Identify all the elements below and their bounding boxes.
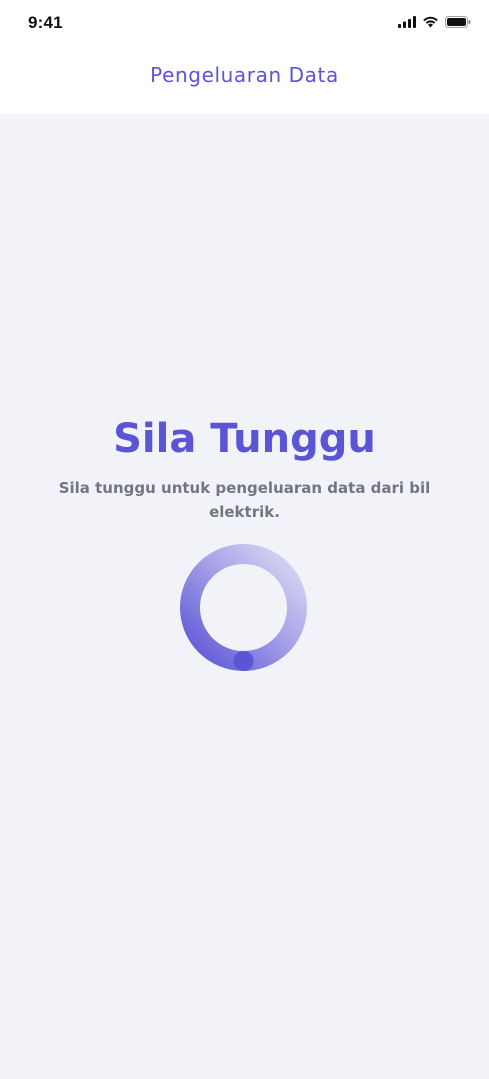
page-title: Pengeluaran Data	[150, 63, 339, 87]
battery-icon	[445, 16, 471, 28]
loading-screen: Sila Tunggu Sila tunggu untuk pengeluara…	[0, 114, 489, 1079]
loading-title: Sila Tunggu	[113, 416, 376, 462]
status-time: 9:41	[28, 13, 63, 32]
signal-icon	[398, 16, 416, 28]
app-header: Pengeluaran Data	[0, 48, 489, 114]
status-icons	[398, 15, 471, 29]
loading-message: Sila tunggu untuk pengeluaran data dari …	[58, 479, 431, 521]
loading-spinner-icon	[180, 544, 307, 671]
wifi-icon	[422, 16, 439, 28]
status-bar: 9:41	[0, 0, 489, 48]
